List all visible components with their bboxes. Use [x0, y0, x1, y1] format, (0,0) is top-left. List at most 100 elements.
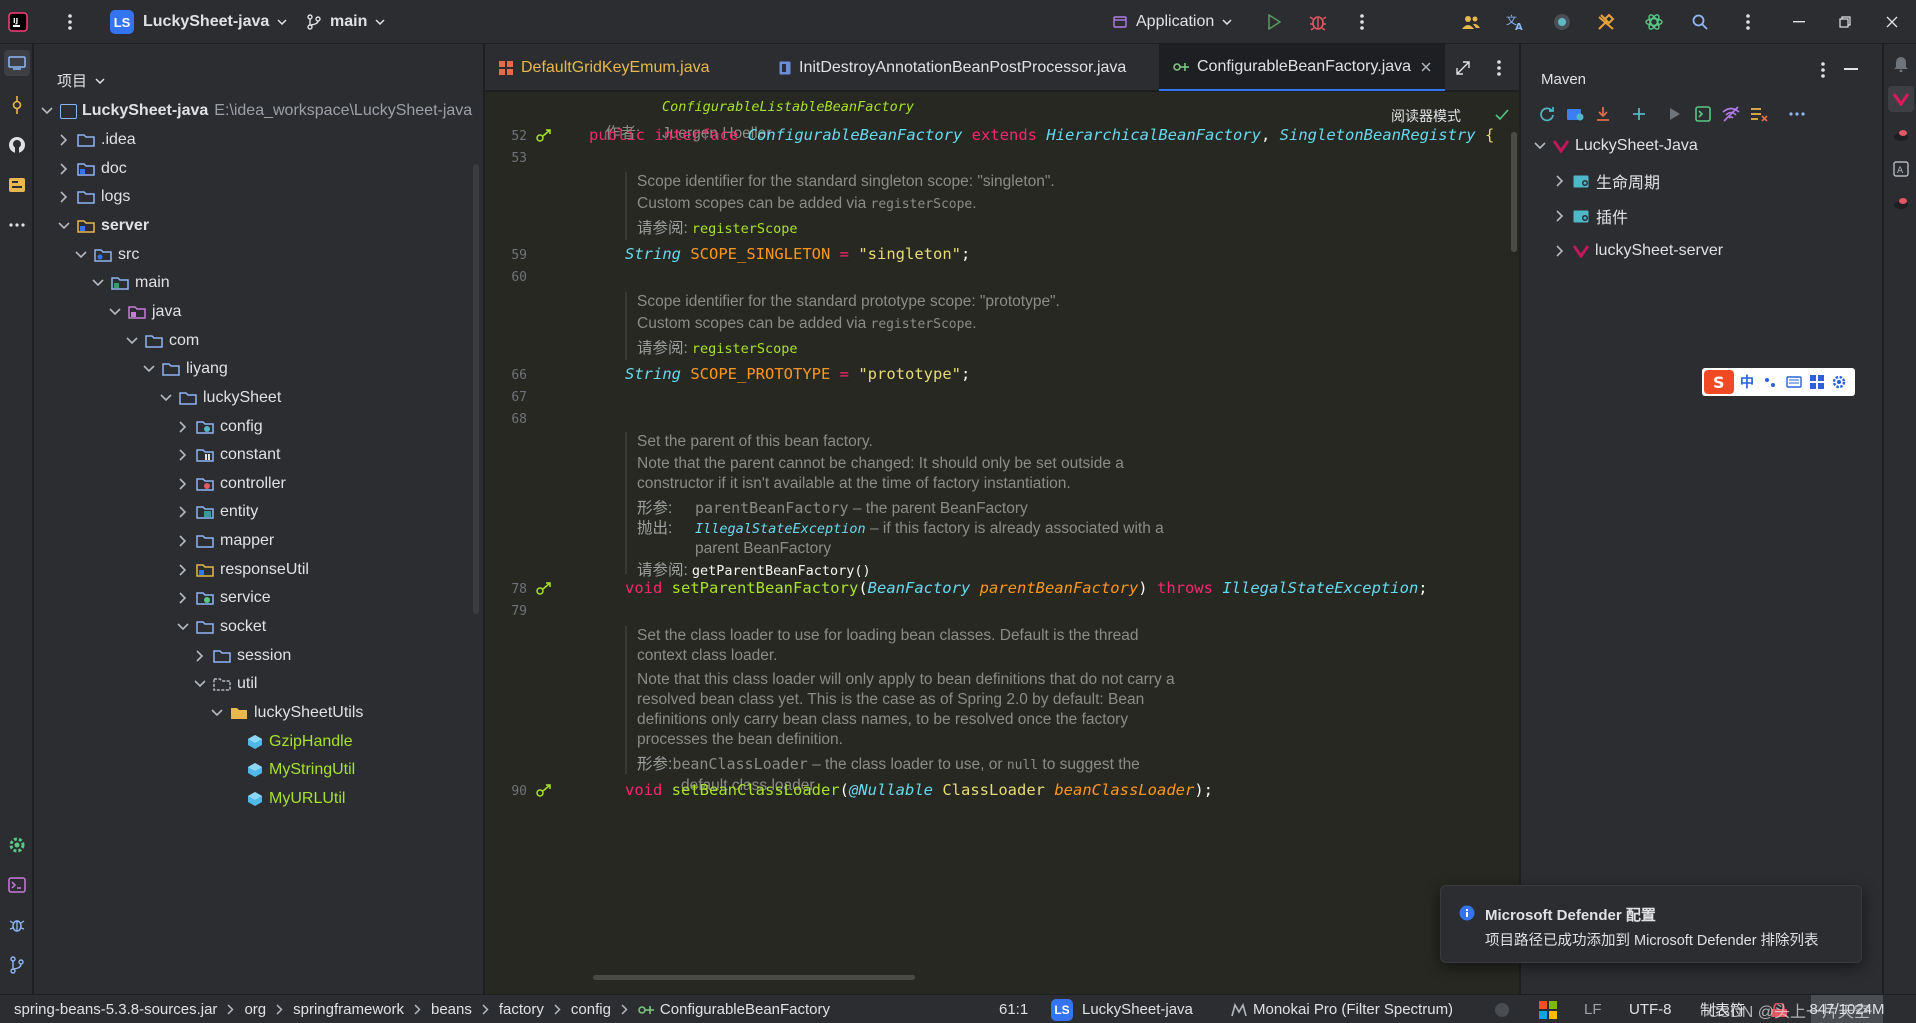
- tab-default-grid-key-emum[interactable]: DefaultGridKeyEmum.java: [485, 44, 724, 91]
- project-view-selector[interactable]: 项目: [57, 70, 105, 91]
- settings-menu-icon[interactable]: [1736, 10, 1760, 34]
- search-icon[interactable]: [1688, 10, 1712, 34]
- toggle-offline-icon[interactable]: [1719, 102, 1743, 126]
- editor-vertical-scrollbar[interactable]: [1511, 132, 1517, 252]
- tree-item[interactable]: main: [34, 268, 474, 298]
- services-tool-icon[interactable]: [4, 832, 30, 858]
- ai-assistant-icon[interactable]: [1642, 10, 1666, 34]
- project-scrollbar[interactable]: [473, 164, 479, 614]
- maven-item-lifecycle[interactable]: 生命周期: [1553, 166, 1660, 196]
- maven-item-plugins[interactable]: 插件: [1553, 201, 1628, 231]
- tree-item[interactable]: responseUtil: [34, 555, 474, 585]
- tree-item[interactable]: constant: [34, 440, 474, 470]
- tree-item[interactable]: server: [34, 211, 474, 241]
- see-link[interactable]: getParentBeanFactory(): [692, 563, 871, 579]
- tree-item[interactable]: service: [34, 583, 474, 613]
- breadcrumb-item[interactable]: ConfigurableBeanFactory: [660, 1001, 830, 1018]
- git-tool-icon[interactable]: [4, 952, 30, 978]
- tree-item[interactable]: util: [34, 669, 474, 699]
- project-indicator[interactable]: LS LuckySheet-java: [1051, 995, 1193, 1023]
- tree-item[interactable]: src: [34, 240, 474, 270]
- structure-tool-icon[interactable]: [4, 172, 30, 198]
- breadcrumb-item[interactable]: springframework: [293, 1001, 404, 1018]
- notifications-icon[interactable]: [1888, 50, 1914, 76]
- build-tools-icon[interactable]: [1594, 10, 1618, 34]
- more-actions-icon[interactable]: [1350, 10, 1374, 34]
- implementations-gutter-icon[interactable]: [535, 783, 553, 801]
- tree-item[interactable]: MyURLUtil: [34, 784, 474, 814]
- execute-goal-icon[interactable]: [1691, 102, 1715, 126]
- ant-tool-icon[interactable]: [1888, 122, 1914, 148]
- maven-tool-icon[interactable]: [1888, 86, 1914, 112]
- tree-item[interactable]: .idea: [34, 125, 474, 155]
- debug-icon[interactable]: [1306, 10, 1330, 34]
- tree-item[interactable]: java: [34, 297, 474, 327]
- breadcrumb-item[interactable]: beans: [431, 1001, 472, 1018]
- line-ending[interactable]: LF: [1584, 995, 1602, 1023]
- ime-toolbar[interactable]: S 中: [1702, 368, 1855, 396]
- see-link[interactable]: registerScope: [692, 341, 798, 357]
- breadcrumb-item[interactable]: org: [244, 1001, 266, 1018]
- editor-horizontal-scrollbar[interactable]: [593, 975, 915, 980]
- tree-item[interactable]: config: [34, 412, 474, 442]
- tree-item[interactable]: com: [34, 326, 474, 356]
- project-tool-icon[interactable]: [4, 50, 30, 76]
- github-icon[interactable]: [4, 132, 30, 158]
- tree-root[interactable]: LuckySheet-java E:\idea_workspace\LuckyS…: [34, 96, 474, 126]
- tree-item[interactable]: luckySheet: [34, 383, 474, 413]
- windows-icon[interactable]: [1539, 995, 1557, 1023]
- notification-balloon[interactable]: Microsoft Defender 配置 项目路径已成功添加到 Microso…: [1440, 885, 1862, 963]
- breadcrumb-item[interactable]: config: [571, 1001, 611, 1018]
- maximize-editor-icon[interactable]: [1451, 56, 1475, 80]
- tree-item[interactable]: socket: [34, 612, 474, 642]
- add-icon[interactable]: [1627, 102, 1651, 126]
- app-logo-icon[interactable]: IJ: [6, 10, 30, 34]
- maven-item-luckysheet-server[interactable]: luckySheet-server: [1553, 236, 1723, 266]
- tab-options-icon[interactable]: [1487, 56, 1511, 80]
- database-tool-icon[interactable]: [1888, 190, 1914, 216]
- plugin-status-icon[interactable]: [1550, 10, 1574, 34]
- more-tools-icon[interactable]: [4, 212, 30, 238]
- terminal-tool-icon[interactable]: [4, 872, 30, 898]
- minimize-icon[interactable]: [1787, 10, 1811, 34]
- theme-widget[interactable]: Monokai Pro (Filter Spectrum): [1231, 995, 1453, 1023]
- tab-init-destroy[interactable]: InitDestroyAnnotationBeanPostProcessor.j…: [765, 44, 1140, 91]
- throws-link[interactable]: IllegalStateException: [695, 521, 866, 537]
- maven-options-icon[interactable]: [1811, 58, 1835, 82]
- tree-item[interactable]: session: [34, 641, 474, 671]
- caret-position[interactable]: 61:1: [999, 995, 1028, 1023]
- tree-item[interactable]: entity: [34, 497, 474, 527]
- gradle-tool-icon[interactable]: A: [1888, 156, 1914, 182]
- implementations-gutter-icon[interactable]: [535, 581, 553, 599]
- reload-icon[interactable]: [1535, 102, 1559, 126]
- main-menu-icon[interactable]: [58, 10, 82, 34]
- tree-item[interactable]: logs: [34, 182, 474, 212]
- project-switcher[interactable]: LS LuckySheet-java: [110, 0, 287, 44]
- breadcrumb-item[interactable]: factory: [499, 1001, 544, 1018]
- translate-icon[interactable]: 文A: [1504, 10, 1528, 34]
- commit-tool-icon[interactable]: [4, 92, 30, 118]
- tree-item[interactable]: mapper: [34, 526, 474, 556]
- maven-more-icon[interactable]: [1785, 102, 1809, 126]
- run-icon[interactable]: [1262, 10, 1286, 34]
- see-link[interactable]: registerScope: [692, 221, 798, 237]
- tree-item[interactable]: controller: [34, 469, 474, 499]
- run-maven-icon[interactable]: [1663, 102, 1687, 126]
- tab-configurable-bean-factory[interactable]: ConfigurableBeanFactory.java: [1159, 44, 1446, 91]
- doc-header-link[interactable]: ConfigurableListableBeanFactory: [662, 99, 914, 115]
- code-with-me-icon[interactable]: [1459, 10, 1483, 34]
- status-circle-icon[interactable]: [1494, 995, 1510, 1023]
- reader-mode-toggle[interactable]: 阅读器模式: [1391, 106, 1461, 126]
- tree-item[interactable]: doc: [34, 154, 474, 184]
- skip-tests-icon[interactable]: [1747, 102, 1771, 126]
- breadcrumb-item[interactable]: spring-beans-5.3.8-sources.jar: [14, 1001, 217, 1018]
- hide-panel-icon[interactable]: [1839, 58, 1863, 82]
- tree-item[interactable]: luckySheetUtils: [34, 698, 474, 728]
- restore-icon[interactable]: [1833, 10, 1857, 34]
- implementations-gutter-icon[interactable]: [535, 128, 553, 146]
- code-editor[interactable]: ConfigurableListableBeanFactory 作者: Juerg…: [485, 92, 1519, 994]
- download-icon[interactable]: [1591, 102, 1615, 126]
- tree-item[interactable]: MyStringUtil: [34, 755, 474, 785]
- close-tab-icon[interactable]: [1421, 62, 1431, 72]
- run-config-selector[interactable]: Application: [1113, 0, 1232, 44]
